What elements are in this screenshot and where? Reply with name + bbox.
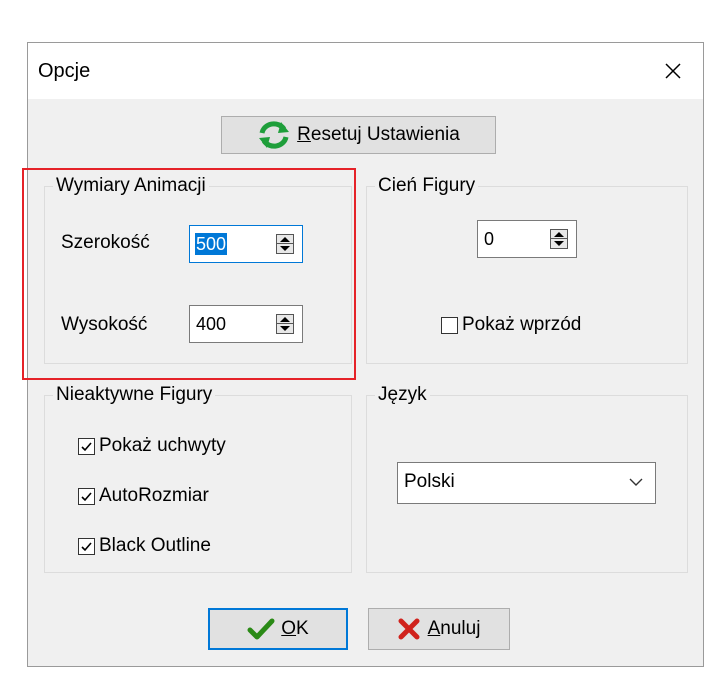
ok-button-label: OK (281, 618, 309, 639)
auto-size-label: AutoRozmiar (99, 485, 209, 506)
show-handles-label: Pokaż uchwyty (99, 435, 226, 456)
checkbox-box[interactable] (441, 316, 458, 334)
shadow-decrement-button[interactable] (551, 239, 567, 248)
down-arrow-icon (280, 246, 290, 251)
up-arrow-icon (280, 236, 290, 242)
width-spin-arrows (276, 234, 294, 254)
options-dialog: Opcje Resetuj Ustawienia Wymiary Animacj… (27, 42, 704, 667)
down-arrow-icon (554, 241, 564, 246)
cancel-button-label: Anuluj (427, 618, 481, 639)
width-value[interactable]: 500 (195, 233, 228, 255)
figure-shadow-group: Cień Figury (366, 175, 688, 364)
auto-size-checkbox[interactable]: AutoRozmiar (78, 485, 209, 507)
width-increment-button[interactable] (277, 235, 293, 244)
close-button[interactable] (643, 43, 703, 99)
cancel-button[interactable]: Anuluj (368, 608, 510, 650)
up-arrow-icon (280, 316, 290, 322)
width-decrement-button[interactable] (277, 244, 293, 253)
checkmark-icon (81, 441, 92, 451)
x-icon (398, 618, 420, 640)
black-outline-checkbox[interactable]: Black Outline (78, 535, 211, 557)
inactive-figures-label: Nieaktywne Figury (53, 384, 216, 406)
reset-settings-button[interactable]: Resetuj Ustawienia (221, 116, 496, 154)
figure-shadow-label: Cień Figury (375, 175, 479, 197)
animation-dimensions-label: Wymiary Animacji (53, 175, 209, 197)
checkmark-icon (81, 541, 92, 551)
show-handles-checkbox[interactable]: Pokaż uchwyty (78, 435, 226, 457)
check-icon (247, 618, 275, 640)
dialog-title: Opcje (38, 60, 91, 82)
chevron-down-icon (629, 478, 643, 486)
width-label: Szerokość (61, 232, 150, 253)
height-label: Wysokość (61, 314, 148, 335)
height-spinner[interactable]: 400 (189, 305, 303, 343)
shadow-increment-button[interactable] (551, 230, 567, 239)
language-label: Język (375, 384, 430, 406)
shadow-value[interactable]: 0 (483, 228, 495, 250)
language-selected-value: Polski (404, 471, 455, 492)
checkbox-box[interactable] (78, 437, 95, 455)
up-arrow-icon (554, 231, 564, 237)
height-increment-button[interactable] (277, 315, 293, 324)
show-in-front-label: Pokaż wprzód (462, 314, 582, 335)
checkbox-box[interactable] (78, 537, 95, 555)
checkmark-icon (81, 491, 92, 501)
language-select[interactable]: Polski (397, 462, 656, 504)
title-bar: Opcje (28, 43, 703, 99)
reset-button-label: Resetuj Ustawienia (297, 124, 460, 145)
height-value[interactable]: 400 (195, 313, 227, 335)
refresh-icon (259, 121, 290, 149)
down-arrow-icon (280, 326, 290, 331)
ok-button[interactable]: OK (208, 608, 348, 650)
shadow-spin-arrows (550, 229, 568, 249)
width-spinner[interactable]: 500 (189, 225, 303, 263)
close-icon (665, 63, 681, 79)
black-outline-label: Black Outline (99, 535, 211, 556)
checkbox-box[interactable] (78, 487, 95, 505)
show-in-front-checkbox[interactable]: Pokaż wprzód (441, 314, 581, 336)
height-decrement-button[interactable] (277, 324, 293, 333)
shadow-spinner[interactable]: 0 (477, 220, 577, 258)
height-spin-arrows (276, 314, 294, 334)
